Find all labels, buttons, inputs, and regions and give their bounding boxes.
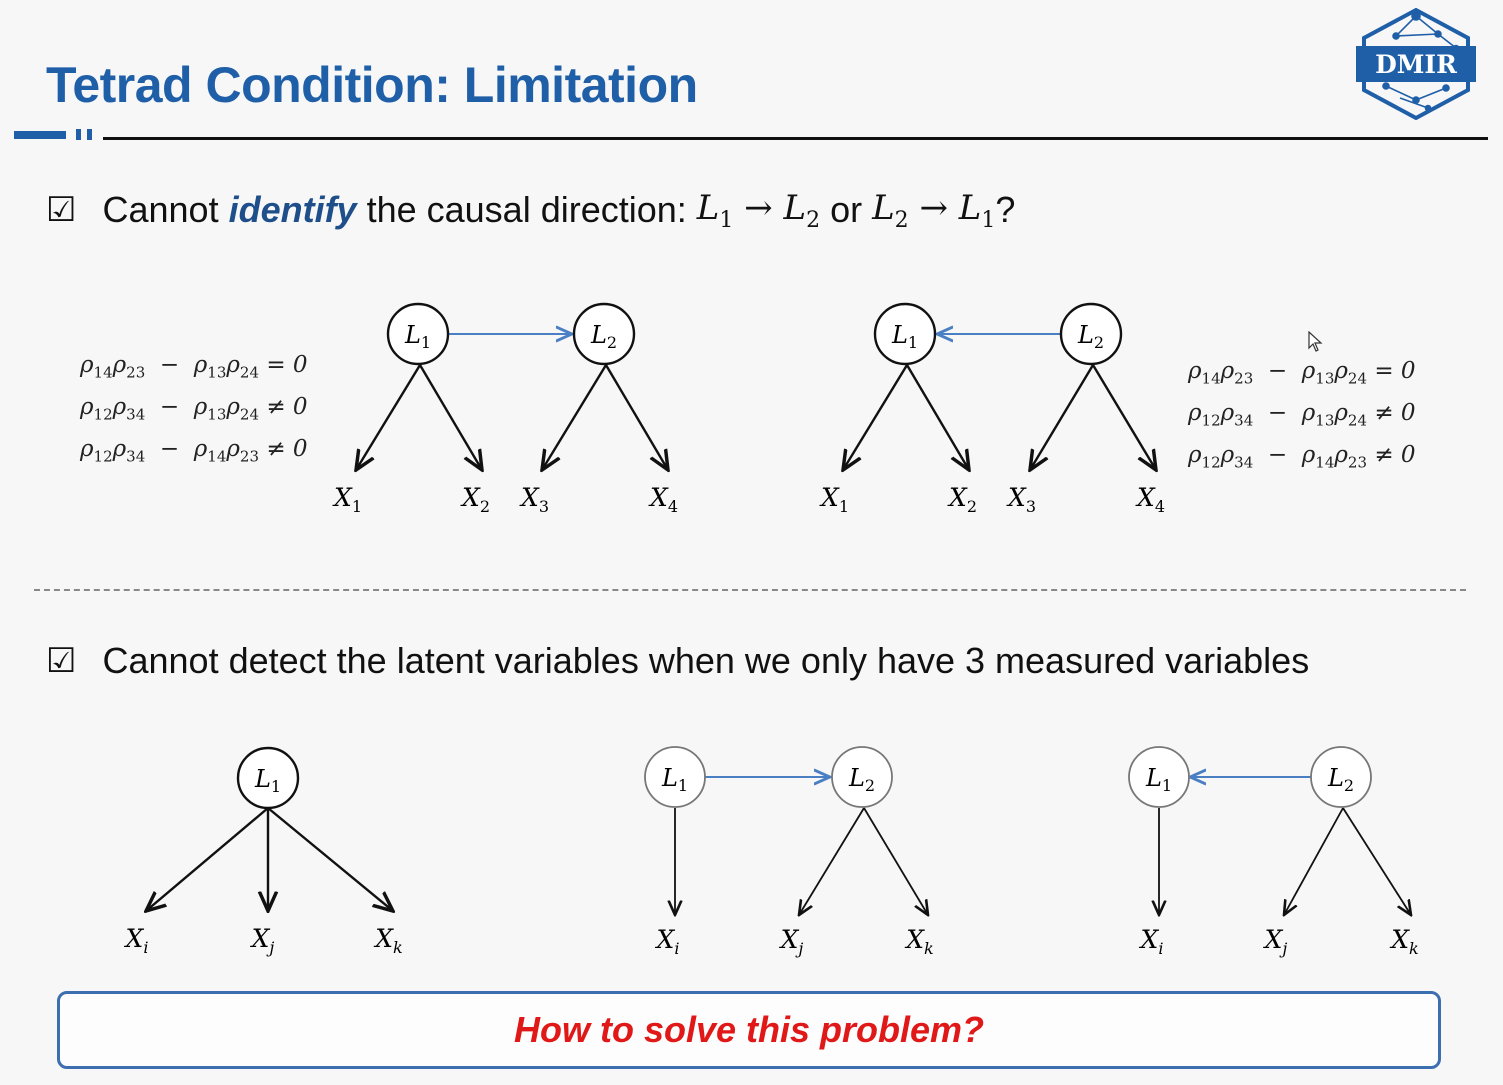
diagram-single-latent: L1 Xi Xj Xk bbox=[124, 746, 403, 957]
label-xi: Xi bbox=[1139, 925, 1164, 958]
checkbox-icon: ☑ bbox=[46, 641, 77, 681]
label-xj: Xj bbox=[779, 925, 804, 958]
edge-l2-x3 bbox=[1030, 364, 1095, 470]
callout-box: How to solve this problem? bbox=[57, 991, 1441, 1069]
label-x3: X3 bbox=[519, 483, 549, 516]
diagram-three-vars-l2-to-l1: L1 L2 Xi Xj Xk bbox=[1128, 746, 1419, 958]
node-l2: L2 bbox=[831, 746, 893, 808]
diagram-l1-to-l2: L1 L2 X1 X2 X3 X4 bbox=[332, 302, 678, 516]
causal-diagrams: L1 L2 X1 X2 X3 X4 L1 L2 X1 X2 X3 X4 L1 X… bbox=[124, 302, 1419, 958]
diagram-three-vars-l1-to-l2: L1 L2 Xi Xj Xk bbox=[644, 746, 934, 958]
label-xi: Xi bbox=[655, 925, 680, 958]
label-x4: X4 bbox=[648, 483, 678, 516]
edge-l1-x1 bbox=[356, 364, 422, 470]
edge-l2-x3 bbox=[542, 364, 608, 470]
edge-l2-xj bbox=[1284, 807, 1344, 915]
edge-l1-x2 bbox=[905, 364, 969, 470]
edge-l2-x4 bbox=[1091, 364, 1156, 470]
label-x1: X1 bbox=[819, 483, 849, 516]
callout-text: How to solve this problem? bbox=[513, 1009, 985, 1050]
label-xk: Xk bbox=[1389, 925, 1419, 958]
edge-l1-x1 bbox=[843, 364, 909, 470]
bullet2-text: Cannot detect the latent variables when … bbox=[102, 640, 1310, 681]
node-l2: L2 bbox=[572, 302, 636, 366]
node-l2: L2 bbox=[1059, 302, 1123, 366]
node-l1: L1 bbox=[1128, 746, 1190, 808]
label-x2: X2 bbox=[460, 483, 490, 516]
edge-l1-x2 bbox=[418, 364, 482, 470]
diagram-l2-to-l1: L1 L2 X1 X2 X3 X4 bbox=[819, 302, 1165, 516]
edge-l1-xi bbox=[146, 807, 269, 911]
node-l1: L1 bbox=[386, 302, 450, 366]
node-l1: L1 bbox=[236, 746, 300, 810]
bullet-latent-detection: ☑ Cannot detect the latent variables whe… bbox=[46, 640, 1309, 682]
label-xk: Xk bbox=[904, 925, 934, 958]
label-x2: X2 bbox=[947, 483, 977, 516]
edge-l2-xj bbox=[799, 807, 865, 915]
label-x3: X3 bbox=[1006, 483, 1036, 516]
edge-l2-xk bbox=[1342, 807, 1411, 915]
node-l1: L1 bbox=[873, 302, 937, 366]
label-xi: Xi bbox=[124, 924, 149, 957]
label-x1: X1 bbox=[332, 483, 362, 516]
section-divider bbox=[34, 589, 1466, 591]
label-xj: Xj bbox=[1263, 925, 1288, 958]
edge-l1-xk bbox=[267, 807, 393, 911]
node-l1: L1 bbox=[644, 746, 706, 808]
label-xj: Xj bbox=[250, 924, 275, 957]
node-l2: L2 bbox=[1310, 746, 1372, 808]
label-x4: X4 bbox=[1135, 483, 1165, 516]
edge-l2-xk bbox=[863, 807, 928, 915]
edge-l2-x4 bbox=[604, 364, 668, 470]
label-xk: Xk bbox=[373, 924, 403, 957]
